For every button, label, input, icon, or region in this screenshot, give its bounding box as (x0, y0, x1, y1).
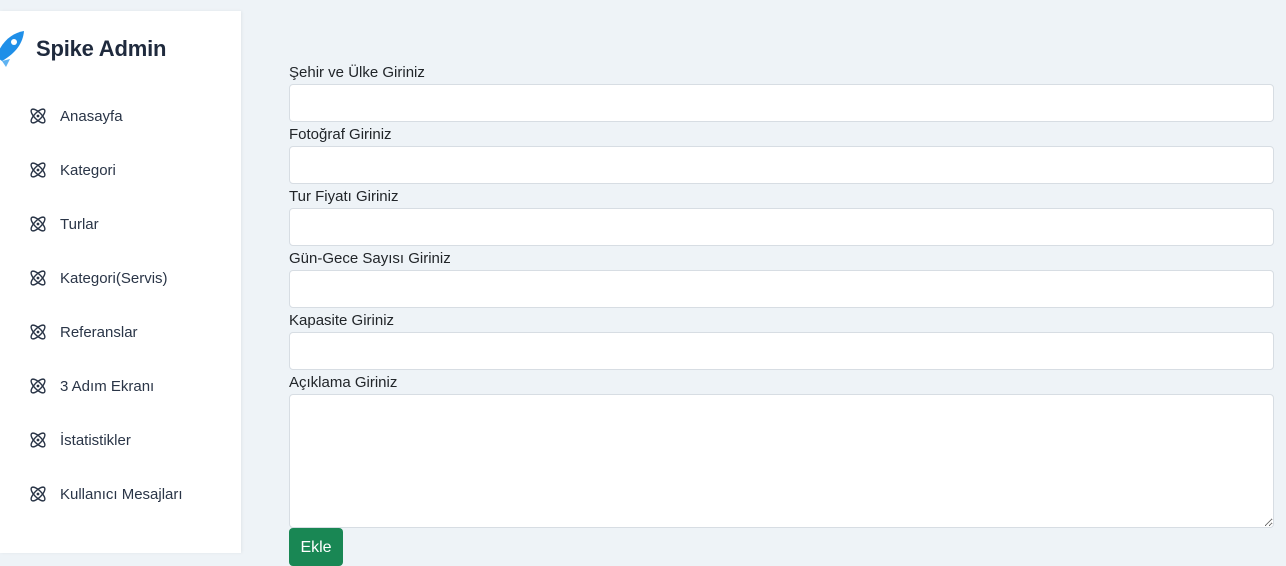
sidebar-item-referanslar[interactable]: Referanslar (0, 305, 241, 359)
atom-icon (30, 270, 46, 286)
sidebar-item-label: Anasayfa (60, 107, 123, 125)
sidebar-nav: Anasayfa Kategori Turlar Kategori(Servis… (0, 89, 241, 521)
sidebar-item-label: Kategori(Servis) (60, 269, 168, 287)
atom-icon (30, 216, 46, 232)
rocket-icon (0, 31, 24, 67)
sidebar-item-turlar[interactable]: Turlar (0, 197, 241, 251)
sidebar: Spike Admin Anasayfa Kategori Turlar Kat… (0, 11, 241, 553)
sidebar-item-label: Kullanıcı Mesajları (60, 485, 183, 503)
city-country-input[interactable] (289, 84, 1274, 122)
sidebar-item-kategori-servis[interactable]: Kategori(Servis) (0, 251, 241, 305)
sidebar-item-label: Referanslar (60, 323, 138, 341)
photo-label: Fotoğraf Giriniz (289, 126, 392, 143)
tour-price-label: Tur Fiyatı Giriniz (289, 188, 399, 205)
city-country-label: Şehir ve Ülke Giriniz (289, 64, 425, 81)
atom-icon (30, 324, 46, 340)
tour-form: Şehir ve Ülke Giriniz Fotoğraf Giriniz T… (289, 62, 1274, 528)
day-night-count-input[interactable] (289, 270, 1274, 308)
sidebar-item-label: İstatistikler (60, 431, 131, 449)
description-label: Açıklama Giriniz (289, 374, 398, 391)
sidebar-item-anasayfa[interactable]: Anasayfa (0, 89, 241, 143)
atom-icon (30, 108, 46, 124)
tour-price-input[interactable] (289, 208, 1274, 246)
brand[interactable]: Spike Admin (0, 29, 166, 69)
brand-name: Spike Admin (36, 36, 167, 61)
sidebar-item-kullanici-mesajlari[interactable]: Kullanıcı Mesajları (0, 467, 241, 521)
atom-icon (30, 432, 46, 448)
add-button[interactable]: Ekle (289, 528, 343, 566)
sidebar-item-label: Kategori (60, 161, 116, 179)
sidebar-item-istatistikler[interactable]: İstatistikler (0, 413, 241, 467)
atom-icon (30, 378, 46, 394)
capacity-label: Kapasite Giriniz (289, 312, 395, 329)
atom-icon (30, 162, 46, 178)
sidebar-item-label: Turlar (60, 215, 99, 233)
sidebar-item-kategori[interactable]: Kategori (0, 143, 241, 197)
description-textarea[interactable] (289, 394, 1274, 528)
sidebar-item-label: 3 Adım Ekranı (60, 377, 155, 395)
sidebar-item-3-adim-ekrani[interactable]: 3 Adım Ekranı (0, 359, 241, 413)
atom-icon (30, 486, 46, 502)
photo-input[interactable] (289, 146, 1274, 184)
day-night-count-label: Gün-Gece Sayısı Giriniz (289, 250, 451, 267)
capacity-input[interactable] (289, 332, 1274, 370)
